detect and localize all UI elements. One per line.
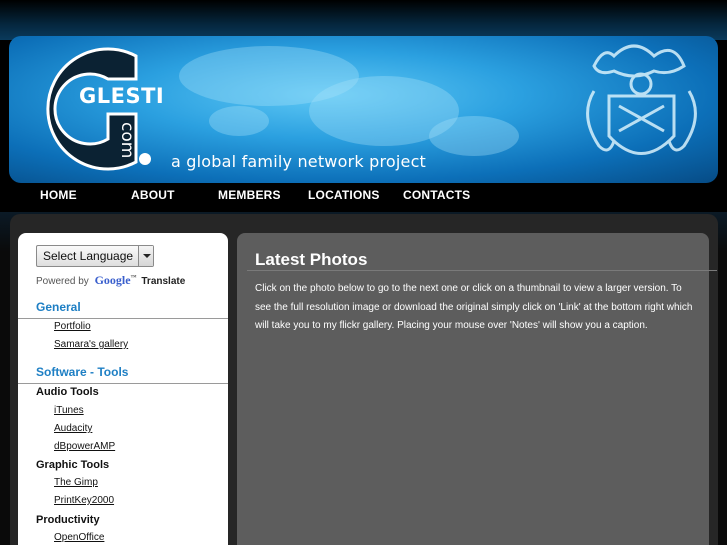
logo-dot (139, 153, 151, 165)
logo-suffix: com (117, 122, 137, 159)
nav-contacts[interactable]: CONTACTS (403, 188, 470, 202)
link-itunes[interactable]: iTunes (54, 405, 84, 416)
language-select-label: Select Language (43, 249, 134, 263)
top-gradient (0, 0, 727, 40)
nav-members[interactable]: MEMBERS (218, 188, 281, 202)
group-audio-tools: Audio Tools (36, 386, 99, 398)
sidebar: Select Language Powered by Google™ Trans… (18, 233, 228, 545)
group-graphic-tools: Graphic Tools (36, 459, 110, 471)
logo-text[interactable]: GLESTI (79, 84, 164, 108)
nav-about[interactable]: ABOUT (131, 188, 175, 202)
powered-by-google-translate: Powered by Google™ Translate (36, 273, 185, 288)
main-panel: Latest Photos Click on the photo below t… (237, 233, 717, 545)
link-printkey2000[interactable]: PrintKey2000 (54, 495, 114, 506)
google-logo[interactable]: Google™ (95, 273, 137, 287)
tagline: a global family network project (171, 152, 427, 171)
group-productivity: Productivity (36, 514, 100, 526)
link-samaras-gallery[interactable]: Samara's gallery (54, 339, 128, 350)
chevron-down-icon[interactable] (138, 246, 153, 266)
link-the-gimp[interactable]: The Gimp (54, 477, 98, 488)
link-openoffice[interactable]: OpenOffice (54, 532, 104, 543)
translate-label[interactable]: Translate (141, 276, 185, 287)
nav-locations[interactable]: LOCATIONS (308, 188, 380, 202)
header-banner: GLESTI com a global family network proje… (9, 36, 718, 183)
title-divider (247, 270, 717, 271)
nav-home[interactable]: HOME (40, 188, 77, 202)
section-general-title: General (18, 300, 228, 319)
page-title: Latest Photos (255, 250, 368, 269)
link-dbpoweramp[interactable]: dBpowerAMP (54, 441, 115, 452)
coat-of-arms-icon (586, 44, 697, 155)
section-software-title: Software - Tools (18, 365, 228, 384)
language-select[interactable]: Select Language (36, 245, 154, 267)
intro-text: Click on the photo below to go to the ne… (255, 283, 693, 331)
powered-by-label: Powered by (36, 276, 89, 287)
main-nav: HOME ABOUT MEMBERS LOCATIONS CONTACTS (0, 183, 727, 209)
link-audacity[interactable]: Audacity (54, 423, 92, 434)
link-portfolio[interactable]: Portfolio (54, 321, 91, 332)
